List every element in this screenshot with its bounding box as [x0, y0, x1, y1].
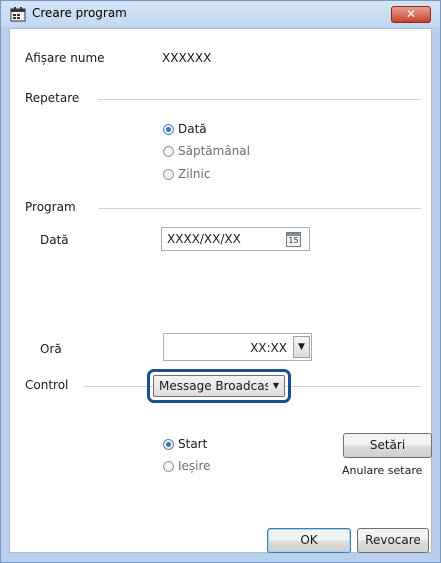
- chevron-down-icon: ▼: [268, 376, 284, 396]
- repeat-group-label: Repetare: [25, 91, 80, 105]
- calendar-day: 15: [288, 236, 299, 245]
- control-action-select[interactable]: Message Broadcasting ▼: [153, 375, 285, 397]
- window-title: Creare program: [32, 6, 127, 20]
- ok-button[interactable]: OK: [267, 528, 351, 553]
- program-group-label: Program: [25, 200, 76, 214]
- date-label: Dată: [40, 233, 69, 247]
- close-icon: ✕: [405, 7, 417, 21]
- ok-button-label: OK: [300, 533, 318, 547]
- repeat-weekly-radio[interactable]: Săptămânal: [163, 144, 250, 158]
- radio-checked-icon: [163, 438, 174, 450]
- cancel-button[interactable]: Revocare: [357, 528, 429, 553]
- control-start-label: Start: [178, 437, 208, 451]
- radio-unchecked-icon: [163, 460, 174, 472]
- cancel-settings-text: Anulare setare: [342, 464, 423, 477]
- cancel-button-label: Revocare: [365, 533, 421, 547]
- settings-button-label: Setări: [369, 438, 406, 452]
- control-action-value: Message Broadcasting: [159, 379, 285, 393]
- repeat-daily-label: Zilnic: [178, 167, 211, 181]
- time-input[interactable]: XX:XX ▼: [163, 333, 312, 361]
- repeat-date-radio[interactable]: Dată: [163, 122, 207, 136]
- close-button[interactable]: ✕: [391, 6, 431, 23]
- repeat-date-label: Dată: [178, 122, 207, 136]
- dialog-window: Creare program ✕ Afișare nume XXXXXX Rep…: [0, 0, 441, 563]
- time-label: Oră: [40, 342, 62, 356]
- repeat-weekly-label: Săptămânal: [178, 144, 250, 158]
- date-input[interactable]: XXXX/XX/XX 15: [161, 227, 310, 251]
- control-start-radio[interactable]: Start: [163, 437, 207, 451]
- calendar-icon[interactable]: 15: [286, 232, 301, 247]
- repeat-daily-radio[interactable]: Zilnic: [163, 167, 210, 181]
- schedule-app-icon: [10, 7, 26, 22]
- program-group-divider: [98, 208, 421, 209]
- display-name-value: XXXXXX: [162, 51, 212, 65]
- time-value: XX:XX: [250, 341, 287, 355]
- radio-checked-icon: [163, 123, 174, 135]
- control-exit-label: Ieșire: [178, 459, 211, 473]
- control-exit-radio[interactable]: Ieșire: [163, 459, 211, 473]
- settings-button[interactable]: Setări: [343, 433, 432, 458]
- time-dropdown-button[interactable]: ▼: [293, 336, 310, 358]
- radio-unchecked-icon: [163, 168, 174, 180]
- radio-unchecked-icon: [163, 145, 174, 157]
- date-value: XXXX/XX/XX: [167, 232, 241, 246]
- title-bar: Creare program ✕: [1, 1, 440, 27]
- control-group-label: Control: [25, 378, 69, 392]
- chevron-down-icon: ▼: [298, 342, 305, 352]
- repeat-group-divider: [98, 99, 421, 100]
- display-name-label: Afișare nume: [25, 51, 105, 65]
